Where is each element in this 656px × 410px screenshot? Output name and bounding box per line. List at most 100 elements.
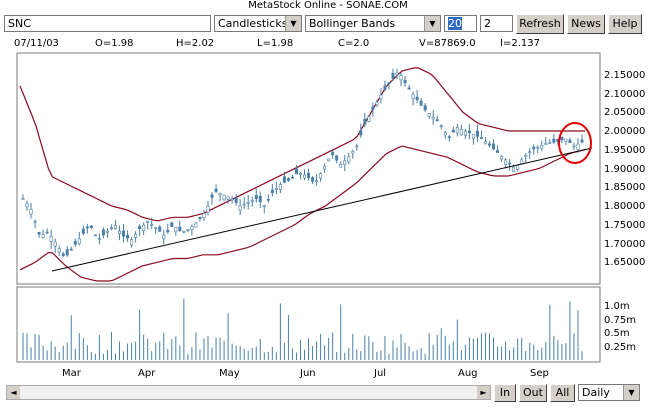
price-tick-label: 2.00000 (604, 126, 646, 137)
candle-body (315, 180, 319, 182)
candle-body (198, 216, 202, 219)
candle-body (431, 116, 435, 120)
candle-body (162, 234, 166, 240)
candle-body (363, 118, 367, 125)
candle-body (383, 85, 387, 90)
candle-body (528, 151, 532, 154)
interval-value: Daily (582, 386, 610, 399)
candle-body (270, 189, 274, 194)
candle-body (113, 225, 117, 229)
candle-body (479, 137, 483, 139)
candle-body (435, 119, 439, 122)
month-label: Apr (138, 368, 156, 379)
candle-body (488, 143, 492, 146)
highlight-circle (558, 122, 592, 164)
candle-body (459, 128, 463, 136)
candle-body (375, 101, 379, 106)
candle-body (540, 145, 544, 149)
price-tick-label: 2.05000 (604, 107, 646, 119)
month-label: Aug (458, 368, 478, 379)
price-tick-label: 1.90000 (604, 163, 646, 175)
bollinger-bands (19, 67, 586, 282)
candle-body (544, 143, 548, 145)
upper-bollinger-band (19, 67, 585, 222)
candle-body (355, 145, 359, 148)
candle-body (81, 228, 85, 234)
candle-body (222, 194, 226, 201)
price-tick-label: 1.80000 (604, 201, 646, 212)
candle-body (319, 173, 323, 179)
candle-body (250, 200, 254, 202)
candle-body (391, 72, 395, 79)
horizontal-scrollbar[interactable]: ◄ ► (6, 385, 491, 400)
candle-body (194, 222, 198, 228)
candle-body (138, 225, 142, 230)
candle-body (49, 236, 53, 242)
candle-body (290, 176, 294, 179)
candle-body (500, 155, 504, 160)
candle-body (41, 234, 45, 238)
candle-body (327, 158, 331, 162)
volume-tick-label: 0.25m (604, 342, 637, 353)
trendline (51, 147, 593, 272)
candle-body (367, 116, 371, 122)
candle-body (182, 230, 186, 233)
candle-body (536, 146, 540, 149)
candle-body (524, 155, 528, 157)
candle-body (415, 96, 419, 101)
candle-body (202, 212, 206, 218)
candle-body (45, 231, 49, 234)
candle-body (258, 195, 262, 203)
candle-body (33, 221, 37, 223)
candle-body (85, 226, 89, 229)
interval-select[interactable]: Daily ▼ (578, 384, 640, 401)
candle-body (439, 125, 443, 127)
candle-body (339, 163, 343, 168)
candle-body (142, 224, 146, 231)
price-tick-label: 2.10000 (604, 88, 646, 100)
scroll-left-icon[interactable]: ◄ (7, 386, 20, 399)
zoom-out-button[interactable]: Out (519, 384, 547, 402)
candle-body (423, 105, 427, 111)
candle-body (97, 238, 101, 240)
month-label: Sep (530, 368, 549, 379)
show-all-button[interactable]: All (550, 384, 575, 402)
candle-body (387, 82, 391, 85)
price-tick-label: 1.70000 (604, 238, 646, 250)
candle-body (311, 177, 315, 182)
candle-body (568, 139, 572, 143)
candle-body (323, 165, 327, 170)
candle-body (101, 229, 105, 236)
chart-canvas[interactable] (0, 0, 656, 410)
candle-body (25, 203, 29, 208)
candle-body (475, 130, 479, 137)
candle-body (174, 226, 178, 233)
candle-body (407, 87, 411, 90)
candle-body (154, 227, 158, 230)
candle-body (463, 130, 467, 137)
candle-body (238, 205, 242, 211)
candle-body (483, 141, 487, 145)
month-label: Mar (62, 368, 81, 379)
candle-body (572, 145, 576, 148)
candle-body (190, 226, 194, 230)
zoom-in-button[interactable]: In (494, 384, 516, 402)
volume-tick-label: 0.75m (604, 315, 637, 326)
candle-body (77, 238, 81, 244)
candle-body (21, 198, 25, 200)
candle-body (532, 146, 536, 150)
candle-body (218, 193, 222, 196)
price-tick-label: 1.95000 (604, 144, 646, 156)
candle-body (303, 174, 307, 179)
candle-body (516, 164, 520, 170)
candle-body (242, 203, 246, 206)
candle-body (294, 168, 298, 175)
candle-body (443, 132, 447, 136)
candle-body (170, 222, 174, 227)
chevron-down-icon[interactable]: ▼ (623, 385, 639, 400)
price-tick-label: 1.85000 (604, 182, 646, 194)
scroll-right-icon[interactable]: ► (477, 386, 490, 399)
candle-body (214, 188, 218, 192)
month-label: Jun (300, 368, 316, 379)
candle-body (150, 223, 154, 226)
